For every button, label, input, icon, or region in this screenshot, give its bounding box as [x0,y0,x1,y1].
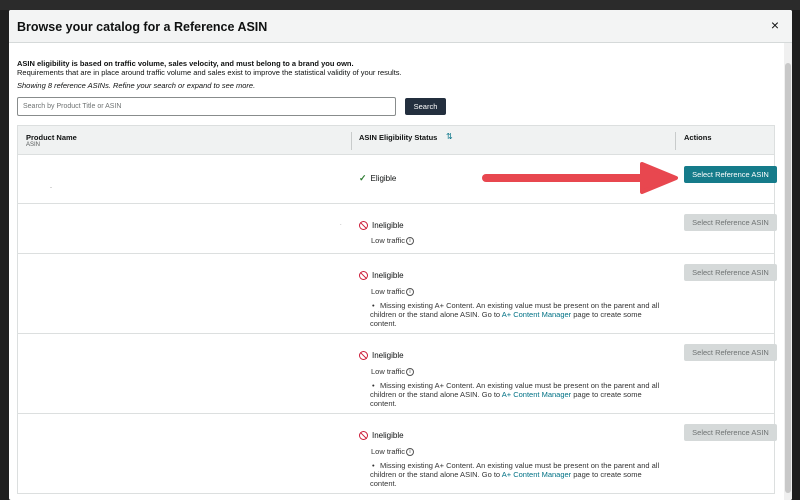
table-row: Ineligible Low traffic i • Missing exist… [17,414,777,494]
header-product-name: Product Name [26,133,77,142]
eligibility-note: ASIN eligibility is based on traffic vol… [17,59,354,68]
intro-text: ASIN eligibility is based on traffic vol… [17,59,402,77]
info-icon[interactable]: i [406,367,415,376]
status-label: Ineligible [372,431,404,440]
aplus-content-manager-link[interactable]: A+ Content Manager [502,470,571,479]
header-eligibility-status[interactable]: ASIN Eligibility Status [359,133,437,142]
results-count: Showing 8 reference ASINs. Refine your s… [17,81,256,90]
aplus-content-manager-link[interactable]: A+ Content Manager [502,310,571,319]
status-label: Ineligible [372,351,404,360]
sort-icon[interactable]: ⇅ [446,132,453,141]
modal-title: Browse your catalog for a Reference ASIN [17,20,268,34]
modal-scrollbar[interactable] [784,43,792,500]
reference-asin-modal: Browse your catalog for a Reference ASIN… [9,10,792,500]
ban-icon [359,431,368,440]
ban-icon [359,271,368,280]
table-header: Product Name ASIN ASIN Eligibility Statu… [17,125,775,155]
arrow-annotation [482,162,678,194]
product-placeholder: . [340,221,342,227]
reason-missing-aplus: • Missing existing A+ Content. An existi… [370,301,660,328]
header-asin: ASIN [26,142,41,148]
ban-icon [359,351,368,360]
reason-missing-aplus: • Missing existing A+ Content. An existi… [370,381,660,408]
info-icon[interactable]: i [406,287,415,296]
eligibility-status: Ineligible [359,221,404,230]
reason-low-traffic: Low traffic i [371,236,415,245]
check-icon: ✓ [359,173,367,183]
reason-low-traffic: Low traffic i [371,287,415,296]
column-divider [351,132,352,150]
search-button[interactable]: Search [405,98,446,115]
eligibility-status: Ineligible [359,271,404,280]
aplus-content-manager-link[interactable]: A+ Content Manager [502,390,571,399]
eligibility-status: Ineligible [359,351,404,360]
reason-missing-aplus: • Missing existing A+ Content. An existi… [370,461,660,488]
product-placeholder: - [50,185,52,191]
status-label: Ineligible [372,271,404,280]
eligibility-status: ✓ Eligible [359,173,397,184]
header-actions: Actions [684,133,712,142]
modal-header: Browse your catalog for a Reference ASIN… [9,10,792,43]
table-row: Ineligible Low traffic i • Missing exist… [17,334,777,414]
background-bar [0,0,800,10]
select-reference-asin-button[interactable]: Select Reference ASIN [684,166,777,183]
search-input[interactable]: Search by Product Title or ASIN [17,97,396,116]
status-label: Ineligible [372,221,404,230]
column-divider [675,132,676,150]
info-icon[interactable]: i [406,236,415,245]
reason-low-traffic: Low traffic i [371,447,415,456]
scrollbar-thumb[interactable] [785,63,791,493]
select-reference-asin-button[interactable]: Select Reference ASIN [684,214,777,231]
reason-low-traffic: Low traffic i [371,367,415,376]
table-row: . Ineligible Low traffic i Select Refere… [17,204,777,254]
select-reference-asin-button[interactable]: Select Reference ASIN [684,424,777,441]
status-label: Eligible [370,174,397,183]
table-row: Ineligible Low traffic i • Missing exist… [17,254,777,334]
requirements-note: Requirements that are in place around tr… [17,68,402,77]
select-reference-asin-button[interactable]: Select Reference ASIN [684,344,777,361]
info-icon[interactable]: i [406,447,415,456]
select-reference-asin-button[interactable]: Select Reference ASIN [684,264,777,281]
close-icon[interactable]: × [768,17,782,33]
eligibility-status: Ineligible [359,431,404,440]
ban-icon [359,221,368,230]
